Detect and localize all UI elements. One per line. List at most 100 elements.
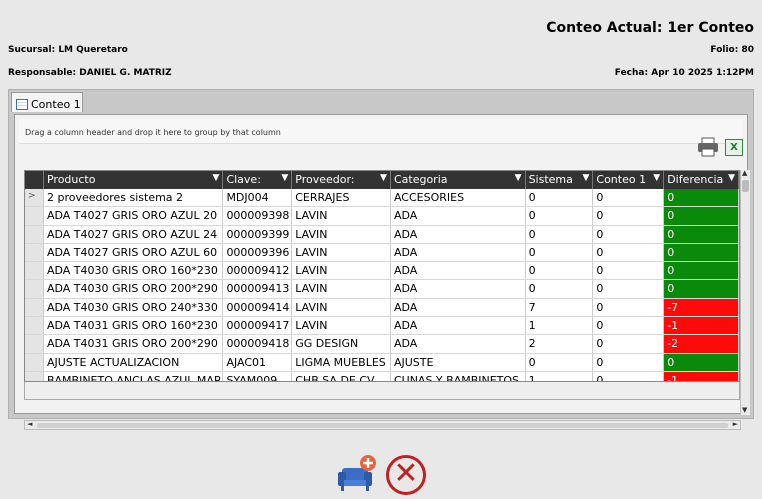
cell-producto[interactable]: AJUSTE ACTUALIZACION (44, 353, 224, 371)
row-indicator[interactable] (25, 207, 44, 225)
cell-categoria[interactable]: ACCESORIES (391, 189, 526, 207)
cell-proveedor[interactable]: LAVIN (292, 280, 391, 298)
cell-categoria[interactable]: ADA (391, 207, 526, 225)
cell-sistema[interactable]: 2 (526, 335, 594, 353)
row-indicator[interactable] (25, 298, 44, 317)
cell-sistema[interactable]: 7 (526, 298, 594, 317)
cell-conteo[interactable]: 0 (593, 243, 665, 262)
column-header[interactable]: Proveedor: ▼ (292, 171, 391, 189)
cell-proveedor[interactable]: LAVIN (292, 317, 391, 335)
cell-sistema[interactable]: 1 (526, 317, 594, 335)
cell-categoria[interactable]: ADA (391, 243, 526, 262)
horizontal-scrollbar[interactable]: ◄ ► (24, 420, 741, 430)
scroll-left-icon[interactable]: ◄ (27, 420, 32, 428)
table-row[interactable]: ADA T4031 GRIS ORO 160*230 000009417 LAVIN… (25, 317, 739, 336)
cell-producto[interactable]: ADA T4027 GRIS ORO AZUL 60 (44, 243, 224, 262)
scroll-right-icon[interactable]: ► (733, 420, 738, 428)
filter-icon[interactable]: ▼ (582, 173, 589, 183)
table-row[interactable]: BAMBINETO ANCLAS AZUL MAR SYAM009 CHB SA D… (25, 371, 739, 381)
table-row[interactable]: ADA T4030 GRIS ORO 160*230 000009412 LAVIN… (25, 262, 739, 281)
cell-conteo[interactable]: 0 (593, 189, 665, 207)
cell-producto[interactable]: 2 proveedores sistema 2 (44, 189, 224, 207)
cell-categoria[interactable]: AJUSTE (391, 353, 526, 371)
filter-icon[interactable]: ▼ (728, 173, 735, 183)
cell-sistema[interactable]: 0 (526, 243, 594, 262)
cell-producto[interactable]: ADA T4027 GRIS ORO AZUL 24 (44, 225, 224, 243)
filter-icon[interactable]: ▼ (213, 173, 220, 183)
column-header[interactable]: Producto ▼ (44, 171, 224, 189)
cell-producto[interactable]: ADA T4031 GRIS ORO 160*230 (44, 317, 224, 335)
row-indicator[interactable] (25, 243, 44, 262)
cell-proveedor[interactable]: GG DESIGN (292, 335, 391, 353)
printer-icon[interactable] (697, 137, 719, 157)
row-indicator[interactable] (25, 262, 44, 280)
cell-sistema[interactable]: 1 (526, 371, 594, 381)
table-row[interactable]: ADA T4030 GRIS ORO 200*290 000009413 LAVIN… (25, 280, 739, 299)
table-row[interactable]: ADA T4027 GRIS ORO AZUL 20 000009398 LAVIN… (25, 207, 739, 226)
group-panel[interactable]: Drag a column header and drop it here to… (19, 119, 743, 144)
cancel-icon[interactable]: ✕ (386, 455, 426, 495)
cell-producto[interactable]: ADA T4031 GRIS ORO 200*290 (44, 335, 224, 353)
table-row[interactable]: AJUSTE ACTUALIZACION AJAC01 LIGMA MUEBLES A… (25, 353, 739, 372)
cell-producto[interactable]: BAMBINETO ANCLAS AZUL MAR (44, 371, 224, 381)
column-header[interactable]: Conteo 1 ▼ (593, 171, 665, 189)
cell-categoria[interactable]: ADA (391, 262, 526, 280)
table-row[interactable]: >2 proveedores sistema 2 MDJ004 CERRAJES AC… (25, 189, 739, 208)
excel-export-icon[interactable]: X (725, 139, 743, 156)
cell-conteo[interactable]: 0 (593, 371, 665, 381)
table-row[interactable]: ADA T4027 GRIS ORO AZUL 60 000009396 LAVIN… (25, 243, 739, 263)
tab-conteo-1[interactable]: Conteo 1 (11, 92, 83, 112)
row-indicator[interactable] (25, 280, 44, 298)
cell-clave[interactable]: 000009412 (223, 262, 293, 280)
cell-clave[interactable]: SYAM009 (223, 371, 293, 381)
row-indicator[interactable] (25, 335, 44, 353)
cell-sistema[interactable]: 0 (526, 207, 594, 225)
cell-diferencia[interactable]: -1 (664, 317, 739, 335)
vertical-scrollbar[interactable]: ▲ ▼ (740, 169, 750, 415)
cell-conteo[interactable]: 0 (593, 262, 665, 280)
cell-conteo[interactable]: 0 (593, 298, 665, 317)
cell-diferencia[interactable]: -7 (664, 298, 739, 317)
table-row[interactable]: ADA T4031 GRIS ORO 200*290 000009418 GG DE… (25, 335, 739, 354)
row-indicator[interactable] (25, 353, 44, 371)
row-indicator[interactable] (25, 371, 44, 381)
cell-conteo[interactable]: 0 (593, 280, 665, 298)
cell-categoria[interactable]: CUNAS Y BAMBINETOS (391, 371, 526, 381)
filter-icon[interactable]: ▼ (281, 173, 288, 183)
cell-diferencia[interactable]: 0 (664, 207, 739, 225)
cell-conteo[interactable]: 0 (593, 353, 665, 371)
cell-categoria[interactable]: ADA (391, 335, 526, 353)
cell-proveedor[interactable]: LAVIN (292, 262, 391, 280)
cell-conteo[interactable]: 0 (593, 317, 665, 335)
cell-conteo[interactable]: 0 (593, 225, 665, 243)
cell-sistema[interactable]: 0 (526, 225, 594, 243)
cell-proveedor[interactable]: CHB SA DE CV (292, 371, 391, 381)
cell-proveedor[interactable]: LAVIN (292, 298, 391, 317)
cell-categoria[interactable]: ADA (391, 225, 526, 243)
scroll-down-icon[interactable]: ▼ (742, 406, 747, 414)
cell-clave[interactable]: 000009413 (223, 280, 293, 298)
filter-icon[interactable]: ▼ (380, 173, 387, 183)
scroll-thumb[interactable] (742, 180, 749, 192)
cell-sistema[interactable]: 0 (526, 189, 594, 207)
cell-diferencia[interactable]: 0 (664, 243, 739, 262)
cell-conteo[interactable]: 0 (593, 335, 665, 353)
cell-diferencia[interactable]: 0 (664, 262, 739, 280)
cell-clave[interactable]: 000009417 (223, 317, 293, 335)
cell-clave[interactable]: 000009414 (223, 298, 293, 317)
cell-categoria[interactable]: ADA (391, 280, 526, 298)
cell-diferencia[interactable]: -1 (664, 371, 739, 381)
cell-clave[interactable]: 000009399 (223, 225, 293, 243)
filter-icon[interactable]: ▼ (515, 173, 522, 183)
cell-clave[interactable]: 000009418 (223, 335, 293, 353)
cell-diferencia[interactable]: 0 (664, 189, 739, 207)
filter-icon[interactable]: ▼ (653, 173, 660, 183)
row-indicator[interactable] (25, 225, 44, 243)
row-indicator[interactable]: > (25, 189, 44, 207)
cell-sistema[interactable]: 0 (526, 262, 594, 280)
cell-diferencia[interactable]: 0 (664, 280, 739, 298)
cell-proveedor[interactable]: CERRAJES (292, 189, 391, 207)
table-row[interactable]: ADA T4030 GRIS ORO 240*330 000009414 LAVIN… (25, 298, 739, 318)
cell-clave[interactable]: 000009396 (223, 243, 293, 262)
cell-diferencia[interactable]: -2 (664, 335, 739, 353)
